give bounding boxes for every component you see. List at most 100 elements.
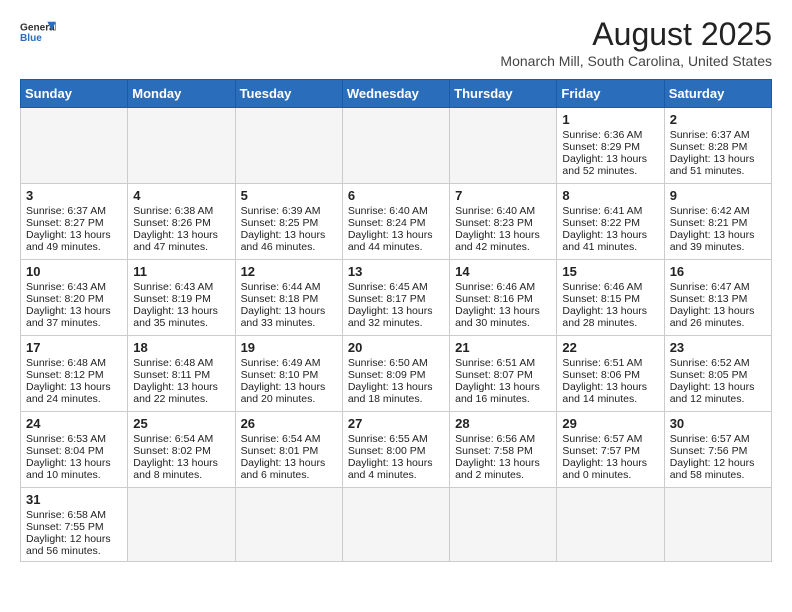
calendar-cell: [664, 488, 771, 562]
title-block: August 2025 Monarch Mill, South Carolina…: [500, 16, 772, 69]
calendar-cell: [557, 488, 664, 562]
day-info: Sunrise: 6:43 AM: [26, 281, 122, 293]
day-info: Sunset: 8:19 PM: [133, 293, 229, 305]
calendar-cell: 25Sunrise: 6:54 AMSunset: 8:02 PMDayligh…: [128, 412, 235, 488]
day-info: Daylight: 13 hours and 44 minutes.: [348, 229, 444, 253]
day-info: Daylight: 13 hours and 41 minutes.: [562, 229, 658, 253]
day-info: Daylight: 13 hours and 28 minutes.: [562, 305, 658, 329]
day-number: 20: [348, 340, 444, 355]
day-info: Sunrise: 6:48 AM: [26, 357, 122, 369]
day-number: 15: [562, 264, 658, 279]
day-info: Sunset: 7:57 PM: [562, 445, 658, 457]
day-number: 11: [133, 264, 229, 279]
day-info: Daylight: 13 hours and 4 minutes.: [348, 457, 444, 481]
calendar-cell: 11Sunrise: 6:43 AMSunset: 8:19 PMDayligh…: [128, 260, 235, 336]
calendar-cell: [21, 108, 128, 184]
day-info: Sunrise: 6:42 AM: [670, 205, 766, 217]
day-info: Sunrise: 6:38 AM: [133, 205, 229, 217]
day-number: 6: [348, 188, 444, 203]
day-info: Sunrise: 6:58 AM: [26, 509, 122, 521]
day-info: Daylight: 13 hours and 16 minutes.: [455, 381, 551, 405]
day-info: Sunset: 8:28 PM: [670, 141, 766, 153]
day-number: 31: [26, 492, 122, 507]
weekday-header-friday: Friday: [557, 80, 664, 108]
day-info: Sunset: 8:01 PM: [241, 445, 337, 457]
day-number: 23: [670, 340, 766, 355]
day-number: 25: [133, 416, 229, 431]
calendar-cell: 7Sunrise: 6:40 AMSunset: 8:23 PMDaylight…: [450, 184, 557, 260]
day-info: Daylight: 12 hours and 56 minutes.: [26, 533, 122, 557]
day-info: Sunset: 8:15 PM: [562, 293, 658, 305]
day-info: Sunrise: 6:55 AM: [348, 433, 444, 445]
day-info: Daylight: 13 hours and 52 minutes.: [562, 153, 658, 177]
day-info: Sunrise: 6:56 AM: [455, 433, 551, 445]
day-info: Daylight: 13 hours and 49 minutes.: [26, 229, 122, 253]
weekday-header-saturday: Saturday: [664, 80, 771, 108]
calendar-cell: [450, 108, 557, 184]
day-info: Sunset: 8:20 PM: [26, 293, 122, 305]
day-info: Daylight: 13 hours and 18 minutes.: [348, 381, 444, 405]
day-info: Sunset: 8:12 PM: [26, 369, 122, 381]
day-number: 9: [670, 188, 766, 203]
calendar-table: SundayMondayTuesdayWednesdayThursdayFrid…: [20, 79, 772, 562]
weekday-header-monday: Monday: [128, 80, 235, 108]
calendar-cell: 23Sunrise: 6:52 AMSunset: 8:05 PMDayligh…: [664, 336, 771, 412]
day-info: Sunrise: 6:49 AM: [241, 357, 337, 369]
day-number: 8: [562, 188, 658, 203]
calendar-cell: 6Sunrise: 6:40 AMSunset: 8:24 PMDaylight…: [342, 184, 449, 260]
day-info: Sunrise: 6:40 AM: [455, 205, 551, 217]
day-info: Sunset: 8:04 PM: [26, 445, 122, 457]
day-info: Sunset: 8:17 PM: [348, 293, 444, 305]
day-info: Sunset: 8:25 PM: [241, 217, 337, 229]
day-number: 26: [241, 416, 337, 431]
day-number: 18: [133, 340, 229, 355]
day-number: 7: [455, 188, 551, 203]
day-info: Daylight: 13 hours and 30 minutes.: [455, 305, 551, 329]
day-info: Sunset: 8:11 PM: [133, 369, 229, 381]
day-info: Sunset: 8:23 PM: [455, 217, 551, 229]
day-info: Sunset: 8:06 PM: [562, 369, 658, 381]
calendar-cell: [342, 108, 449, 184]
day-info: Sunrise: 6:37 AM: [26, 205, 122, 217]
calendar-cell: 12Sunrise: 6:44 AMSunset: 8:18 PMDayligh…: [235, 260, 342, 336]
day-number: 2: [670, 112, 766, 127]
weekday-header-sunday: Sunday: [21, 80, 128, 108]
week-row-5: 24Sunrise: 6:53 AMSunset: 8:04 PMDayligh…: [21, 412, 772, 488]
weekday-header-wednesday: Wednesday: [342, 80, 449, 108]
calendar-cell: 1Sunrise: 6:36 AMSunset: 8:29 PMDaylight…: [557, 108, 664, 184]
day-info: Sunrise: 6:41 AM: [562, 205, 658, 217]
day-info: Sunrise: 6:51 AM: [562, 357, 658, 369]
day-info: Sunset: 8:07 PM: [455, 369, 551, 381]
day-info: Sunset: 7:56 PM: [670, 445, 766, 457]
day-info: Daylight: 13 hours and 47 minutes.: [133, 229, 229, 253]
day-number: 22: [562, 340, 658, 355]
day-info: Daylight: 13 hours and 51 minutes.: [670, 153, 766, 177]
calendar-cell: 9Sunrise: 6:42 AMSunset: 8:21 PMDaylight…: [664, 184, 771, 260]
calendar-cell: 16Sunrise: 6:47 AMSunset: 8:13 PMDayligh…: [664, 260, 771, 336]
day-info: Sunset: 8:10 PM: [241, 369, 337, 381]
calendar-cell: 19Sunrise: 6:49 AMSunset: 8:10 PMDayligh…: [235, 336, 342, 412]
day-info: Daylight: 13 hours and 8 minutes.: [133, 457, 229, 481]
day-info: Daylight: 13 hours and 22 minutes.: [133, 381, 229, 405]
day-info: Sunrise: 6:39 AM: [241, 205, 337, 217]
logo-icon: General Blue: [20, 16, 56, 52]
week-row-2: 3Sunrise: 6:37 AMSunset: 8:27 PMDaylight…: [21, 184, 772, 260]
svg-text:Blue: Blue: [20, 33, 42, 44]
day-number: 4: [133, 188, 229, 203]
header: General Blue August 2025 Monarch Mill, S…: [20, 16, 772, 69]
day-info: Sunrise: 6:50 AM: [348, 357, 444, 369]
week-row-3: 10Sunrise: 6:43 AMSunset: 8:20 PMDayligh…: [21, 260, 772, 336]
calendar-cell: 13Sunrise: 6:45 AMSunset: 8:17 PMDayligh…: [342, 260, 449, 336]
weekday-header-tuesday: Tuesday: [235, 80, 342, 108]
calendar-cell: 8 Sunrise: 6:41 AMSunset: 8:22 PMDaylight…: [557, 184, 664, 260]
calendar-cell: 14Sunrise: 6:46 AMSunset: 8:16 PMDayligh…: [450, 260, 557, 336]
day-info: Sunset: 7:55 PM: [26, 521, 122, 533]
day-info: Sunrise: 6:36 AM: [562, 129, 658, 141]
calendar-cell: 27Sunrise: 6:55 AMSunset: 8:00 PMDayligh…: [342, 412, 449, 488]
calendar-cell: [128, 108, 235, 184]
calendar-cell: 30Sunrise: 6:57 AMSunset: 7:56 PMDayligh…: [664, 412, 771, 488]
calendar-cell: [235, 488, 342, 562]
calendar-cell: [235, 108, 342, 184]
day-info: Sunrise: 6:45 AM: [348, 281, 444, 293]
day-info: Sunset: 8:22 PM: [562, 217, 658, 229]
